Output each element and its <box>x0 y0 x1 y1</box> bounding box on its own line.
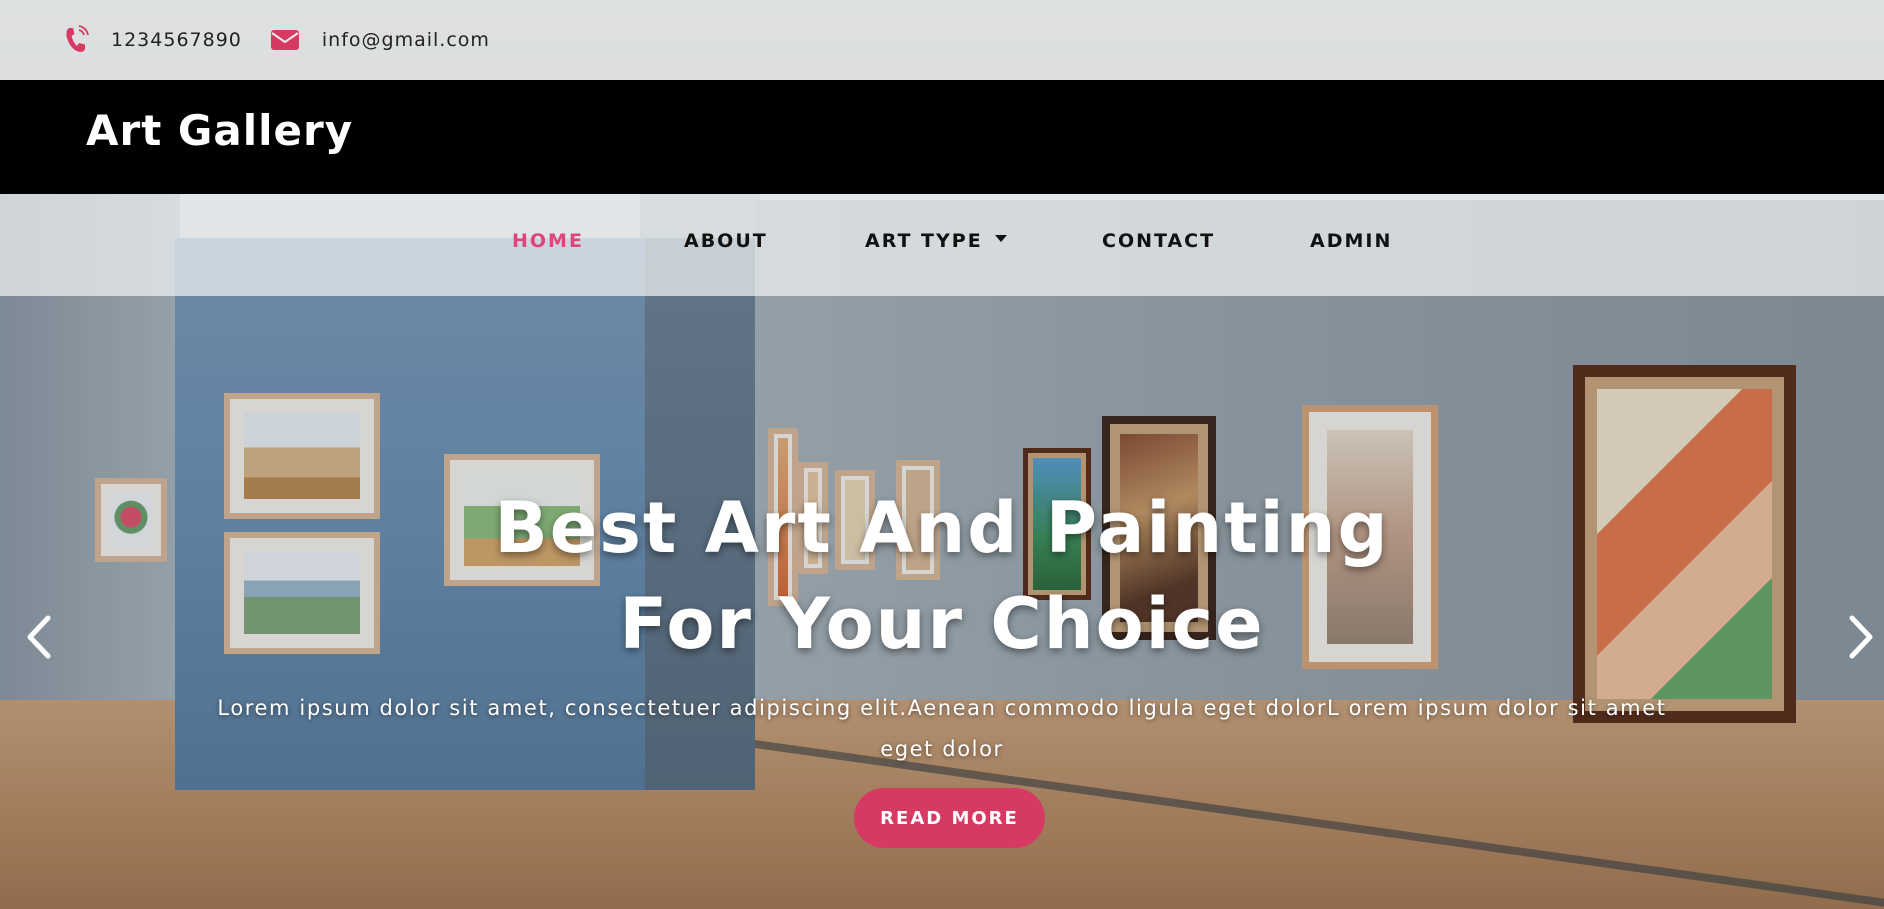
phone-number: 1234567890 <box>111 29 242 51</box>
email-contact[interactable]: info@gmail.com <box>242 28 490 52</box>
phone-contact[interactable]: 1234567890 <box>0 25 242 55</box>
hero-title-line-2: For Your Choice <box>619 583 1265 665</box>
hero-title: Best Art And Painting For Your Choice <box>0 480 1884 672</box>
caret-down-icon <box>994 235 1007 242</box>
email-address: info@gmail.com <box>321 29 490 51</box>
brand-bar: Art Gallery <box>0 80 1884 194</box>
phone-icon <box>63 25 89 55</box>
nav-item-art-type[interactable]: ART TYPE <box>865 230 1007 252</box>
chevron-right-icon <box>1849 615 1873 659</box>
nav-item-home[interactable]: HOME <box>512 230 584 252</box>
read-more-button[interactable]: READ MORE <box>854 788 1045 848</box>
site-logo[interactable]: Art Gallery <box>86 106 353 155</box>
chevron-left-icon <box>27 615 51 659</box>
hero-title-line-1: Best Art And Painting <box>494 487 1390 569</box>
nav-item-art-type-label: ART TYPE <box>865 230 983 252</box>
carousel-prev-button[interactable] <box>18 612 58 662</box>
top-contact-bar: 1234567890 info@gmail.com <box>0 0 1884 80</box>
nav-item-contact[interactable]: CONTACT <box>1102 230 1215 252</box>
hero-description: Lorem ipsum dolor sit amet, consectetuer… <box>217 696 1667 761</box>
carousel-next-button[interactable] <box>1842 612 1882 662</box>
main-navigation: HOME ABOUT ART TYPE CONTACT ADMIN <box>0 194 1884 296</box>
nav-item-admin[interactable]: ADMIN <box>1310 230 1392 252</box>
envelope-icon <box>270 28 300 52</box>
nav-item-about[interactable]: ABOUT <box>684 230 768 252</box>
